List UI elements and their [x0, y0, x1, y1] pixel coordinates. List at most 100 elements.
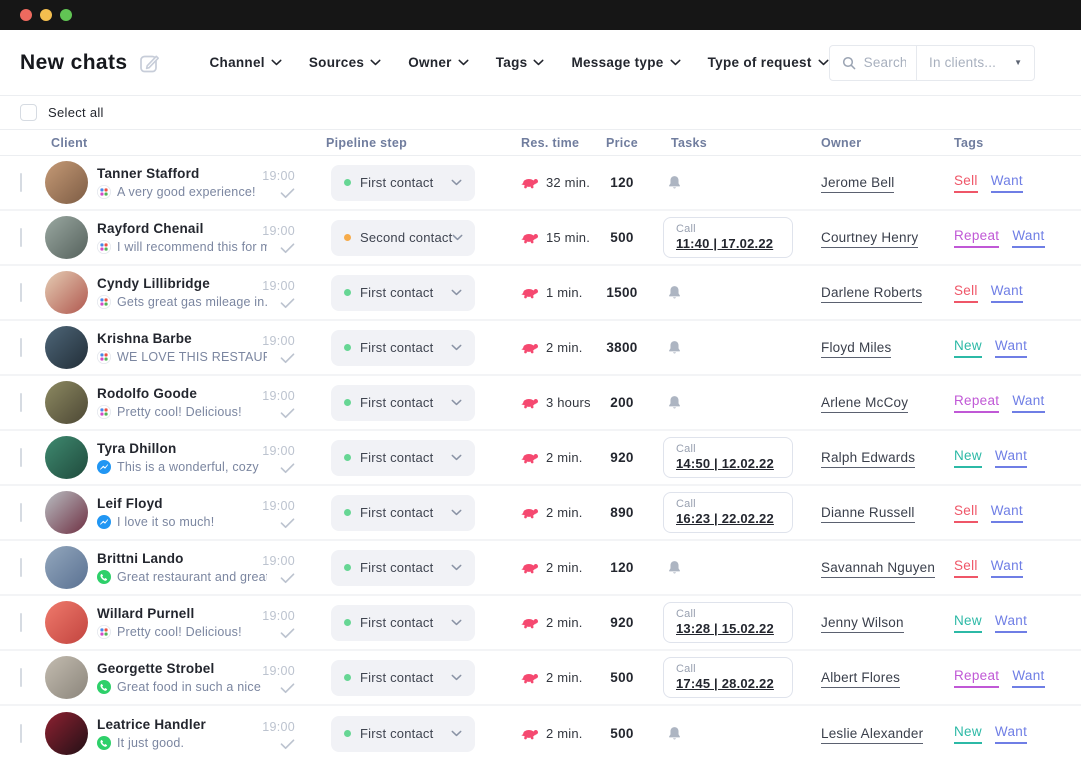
- owner-link[interactable]: Leslie Alexander: [821, 725, 924, 744]
- row-checkbox[interactable]: [20, 502, 22, 522]
- row-checkbox[interactable]: [20, 282, 22, 302]
- tag-new[interactable]: New: [954, 338, 982, 358]
- pipeline-step-dropdown[interactable]: Second contact: [331, 219, 475, 256]
- call-task-card[interactable]: Call 14:50 | 12.02.22: [663, 437, 793, 478]
- filter-dropdown[interactable]: Channel: [209, 55, 282, 70]
- tags-cell: Repeat Want: [954, 228, 1081, 248]
- call-task-card[interactable]: Call 17:45 | 28.02.22: [663, 657, 793, 698]
- tag-want[interactable]: Want: [1012, 228, 1045, 248]
- row-checkbox[interactable]: [20, 723, 22, 743]
- tag-want[interactable]: Want: [990, 558, 1023, 578]
- tag-want[interactable]: Want: [990, 173, 1023, 193]
- pipeline-step-dropdown[interactable]: First contact: [331, 384, 475, 421]
- select-all-checkbox[interactable]: [20, 104, 37, 121]
- column-header-res-time: Res. time: [521, 135, 580, 150]
- tag-sell[interactable]: Sell: [954, 283, 978, 303]
- tag-repeat[interactable]: Repeat: [954, 668, 1000, 688]
- response-time-cell: 32 min.: [521, 175, 591, 190]
- row-checkbox[interactable]: [20, 447, 22, 467]
- tag-want[interactable]: Want: [994, 448, 1028, 468]
- owner-link[interactable]: Dianne Russell: [821, 504, 915, 523]
- pipeline-step-dropdown[interactable]: First contact: [331, 329, 475, 366]
- bell-icon[interactable]: [667, 395, 682, 411]
- message-time: 19:00: [262, 499, 295, 513]
- last-message-text: I will recommend this for my: [117, 240, 267, 254]
- tag-new[interactable]: New: [954, 613, 982, 633]
- pipeline-step-dropdown[interactable]: First contact: [331, 659, 475, 696]
- column-header-tasks: Tasks: [671, 135, 708, 150]
- message-time: 19:00: [262, 334, 295, 348]
- pipeline-step-dropdown[interactable]: First contact: [331, 549, 475, 586]
- filter-dropdown[interactable]: Sources: [309, 55, 381, 70]
- tag-sell[interactable]: Sell: [954, 173, 978, 193]
- row-checkbox[interactable]: [20, 172, 22, 192]
- filter-dropdown[interactable]: Owner: [408, 55, 469, 70]
- bell-icon[interactable]: [667, 560, 682, 576]
- turtle-icon: [521, 561, 539, 575]
- tag-new[interactable]: New: [954, 448, 982, 468]
- tasks-cell: Call 13:28 | 15.02.22: [653, 602, 821, 643]
- pipeline-step-dropdown[interactable]: First contact: [331, 164, 475, 201]
- call-task-card[interactable]: Call 11:40 | 17.02.22: [663, 217, 793, 258]
- tag-want[interactable]: Want: [994, 338, 1028, 358]
- price-value: 500: [610, 230, 634, 245]
- edit-icon[interactable]: [139, 52, 161, 74]
- pipeline-step-dropdown[interactable]: First contact: [331, 604, 475, 641]
- pipeline-status-dot: [344, 399, 351, 406]
- owner-link[interactable]: Jerome Bell: [821, 174, 895, 193]
- tag-want[interactable]: Want: [994, 724, 1028, 744]
- tag-repeat[interactable]: Repeat: [954, 393, 1000, 413]
- owner-link[interactable]: Floyd Miles: [821, 339, 892, 358]
- tag-sell[interactable]: Sell: [954, 503, 978, 523]
- bell-icon[interactable]: [667, 726, 682, 742]
- tag-want[interactable]: Want: [1012, 668, 1045, 688]
- bell-icon[interactable]: [667, 340, 682, 356]
- row-checkbox[interactable]: [20, 612, 22, 632]
- row-checkbox[interactable]: [20, 337, 22, 357]
- tag-want[interactable]: Want: [990, 283, 1023, 303]
- owner-link[interactable]: Courtney Henry: [821, 229, 919, 248]
- owner-link[interactable]: Ralph Edwards: [821, 449, 916, 468]
- bell-icon[interactable]: [667, 285, 682, 301]
- client-cell: Tanner Stafford A very good experience! …: [45, 161, 326, 204]
- call-task-card[interactable]: Call 16:23 | 22.02.22: [663, 492, 793, 533]
- tag-repeat[interactable]: Repeat: [954, 228, 1000, 248]
- bell-icon[interactable]: [667, 175, 682, 191]
- minimize-window-button[interactable]: [40, 9, 52, 21]
- tag-new[interactable]: New: [954, 724, 982, 744]
- chevron-down-icon: [451, 289, 462, 296]
- owner-link[interactable]: Darlene Roberts: [821, 284, 923, 303]
- close-window-button[interactable]: [20, 9, 32, 21]
- call-task-card[interactable]: Call 13:28 | 15.02.22: [663, 602, 793, 643]
- tag-want[interactable]: Want: [990, 503, 1023, 523]
- row-checkbox[interactable]: [20, 392, 22, 412]
- tag-want[interactable]: Want: [994, 613, 1028, 633]
- owner-link[interactable]: Jenny Wilson: [821, 614, 904, 633]
- table-row: Willard Purnell Pretty cool! Delicious! …: [0, 596, 1081, 651]
- row-checkbox[interactable]: [20, 227, 22, 247]
- chevron-down-icon: [451, 730, 462, 737]
- avatar: [45, 271, 88, 314]
- chevron-down-icon: [271, 59, 282, 66]
- row-checkbox[interactable]: [20, 557, 22, 577]
- filter-dropdown[interactable]: Tags: [496, 55, 545, 70]
- tags-cell: New Want: [954, 448, 1081, 468]
- tag-sell[interactable]: Sell: [954, 558, 978, 578]
- last-message-text: Great restaurant and great: [117, 570, 267, 584]
- multi-channel-icon: [97, 405, 111, 419]
- tag-want[interactable]: Want: [1012, 393, 1045, 413]
- filter-dropdown[interactable]: Message type: [571, 55, 681, 70]
- search-input[interactable]: [863, 55, 906, 70]
- row-checkbox[interactable]: [20, 667, 22, 687]
- filter-dropdown[interactable]: Type of request: [708, 55, 829, 70]
- pipeline-step-dropdown[interactable]: First contact: [331, 715, 475, 752]
- pipeline-step-dropdown[interactable]: First contact: [331, 274, 475, 311]
- owner-link[interactable]: Savannah Nguyen: [821, 559, 936, 578]
- owner-link[interactable]: Albert Flores: [821, 669, 901, 688]
- pipeline-step-dropdown[interactable]: First contact: [331, 439, 475, 476]
- owner-link[interactable]: Arlene McCoy: [821, 394, 909, 413]
- search-scope-dropdown[interactable]: In clients... ▼: [916, 45, 1034, 80]
- maximize-window-button[interactable]: [60, 9, 72, 21]
- response-time-value: 3 hours: [546, 395, 591, 410]
- pipeline-step-dropdown[interactable]: First contact: [331, 494, 475, 531]
